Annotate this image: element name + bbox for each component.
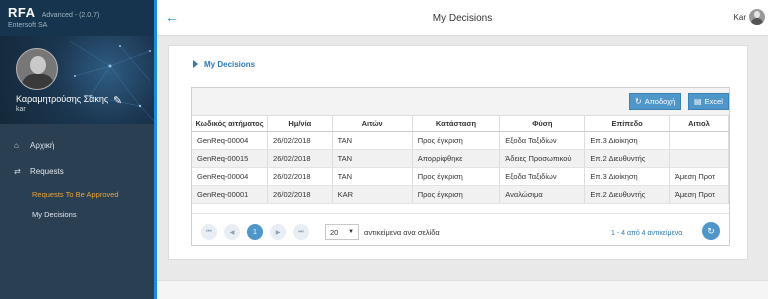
column-header[interactable]: Ημ/νία [267,116,333,132]
table-cell: Επ.3 Διοίκηση [584,131,670,150]
profile-full-name: Καραμητρούσης Σάκης [16,94,109,104]
page-size-value: 20 [330,227,339,237]
table-cell [669,149,729,168]
footer [157,280,768,299]
table-cell: Άμεση Προτ [669,185,729,204]
table-cell: GenReq-00001 [192,185,269,204]
table-cell: GenReq-00004 [192,167,269,186]
current-page-button[interactable]: 1 [247,224,263,240]
user-name[interactable]: Kar [734,13,746,22]
approve-label: Αποδοχή [644,97,676,106]
app-version: Advanced - (2.0.7) [41,12,100,19]
table-cell: KAR [332,185,413,204]
company-name: Entersoft SA [8,22,48,29]
table-row[interactable]: GenReq-00004 26/02/2018 TAN Προς έγκριση… [192,167,729,186]
sidebar: RFA Advanced - (2.0.7) Entersoft SA Καρα… [0,0,157,299]
avatar[interactable] [16,48,58,90]
exchange-icon: ⇄ [14,166,21,176]
table-cell: Επ.2 Διευθυντής [584,185,670,204]
table-cell: Επ.2 Διευθυντής [584,149,670,168]
card-title-label: My Decisions [204,60,256,69]
sidebar-item-requests[interactable]: ⇄ Requests [0,158,154,184]
column-header[interactable]: Κατάσταση [412,116,501,132]
pencil-icon[interactable]: ✎ [113,94,122,107]
table-cell: Άμεση Προτ [669,167,729,186]
table-cell: TAN [332,131,413,150]
table-cell: Προς έγκριση [412,185,501,204]
pager: ⏮ ◀ 1 ▶ ⏭ 20 ▼ αντικείμενα ανα σελίδα 1 … [192,213,729,245]
approve-button[interactable]: ↻ Αποδοχή [629,93,682,110]
table-cell: Αναλώσιμα [499,185,586,204]
column-header[interactable]: Επίπεδο [584,116,670,132]
table-cell: Εξοδα Ταξιδίων [499,131,586,150]
excel-label: Excel [704,97,723,106]
first-page-button[interactable]: ⏮ [201,224,217,240]
caret-right-icon [193,60,198,68]
last-page-button[interactable]: ⏭ [293,224,309,240]
brand: RFA Advanced - (2.0.7) Entersoft SA [0,0,154,36]
next-page-button[interactable]: ▶ [270,224,286,240]
sidebar-item-label: Requests [30,166,64,176]
app-name: RFA [8,5,36,20]
sidebar-item-label: Αρχική [30,140,55,150]
card-title[interactable]: My Decisions [193,60,255,69]
per-page-label: αντικείμενα ανα σελίδα [364,228,440,237]
profile-panel: Καραμητρούσης Σάκης kar ✎ [0,36,154,124]
table-cell: 26/02/2018 [267,149,333,168]
decisions-card: My Decisions ↻ Αποδοχή ▤ Excel Κωδικός α… [168,45,748,260]
column-header[interactable]: Αιτών [332,116,413,132]
home-icon: ⌂ [14,140,19,150]
table-cell: Επ.3 Διοίκηση [584,167,670,186]
refresh-icon[interactable]: ↻ [702,222,720,240]
user-avatar[interactable] [749,9,765,25]
decisions-grid: ↻ Αποδοχή ▤ Excel Κωδικός αιτήματος Ημ/ν… [191,87,730,246]
column-header[interactable]: Κωδικός αιτήματος [192,116,269,132]
sidebar-menu: ⌂ Αρχική ⇄ Requests Requests To Be Appro… [0,124,154,224]
table-row[interactable]: GenReq-00015 26/02/2018 TAN Απορρίφθηκε … [192,149,729,168]
sidebar-subitem-my-decisions[interactable]: My Decisions [0,204,154,224]
table-cell: TAN [332,149,413,168]
decisions-table: Κωδικός αιτήματος Ημ/νία Αιτών Κατάσταση… [192,116,729,204]
excel-button[interactable]: ▤ Excel [688,93,729,110]
chevron-down-icon: ▼ [348,229,354,235]
file-icon: ▤ [694,97,702,106]
sidebar-item-home[interactable]: ⌂ Αρχική [0,132,154,158]
table-cell [669,131,729,150]
column-header[interactable]: Αιτιολ [669,116,729,132]
table-header-row: Κωδικός αιτήματος Ημ/νία Αιτών Κατάσταση… [192,116,729,132]
prev-page-button[interactable]: ◀ [224,224,240,240]
profile-short-name: kar [16,106,26,113]
table-cell: GenReq-00015 [192,149,269,168]
pager-info: 1 - 4 από 4 αντικείμενα [611,230,683,237]
table-cell: 26/02/2018 [267,167,333,186]
table-row[interactable]: GenReq-00004 26/02/2018 TAN Προς έγκριση… [192,131,729,150]
table-cell: 26/02/2018 [267,185,333,204]
table-cell: GenReq-00004 [192,131,269,150]
table-cell: Προς έγκριση [412,167,501,186]
grid-toolbar: ↻ Αποδοχή ▤ Excel [192,88,729,116]
page-size-select[interactable]: 20 ▼ [325,224,359,240]
table-cell: Άδειες Προσωπικού [499,149,586,168]
table-row[interactable]: GenReq-00001 26/02/2018 KAR Προς έγκριση… [192,185,729,204]
page-title: My Decisions [432,13,493,24]
sidebar-subitem-requests-to-be-approved[interactable]: Requests To Be Approved [0,184,154,204]
table-cell: 26/02/2018 [267,131,333,150]
top-bar: ← My Decisions Kar [157,0,768,36]
column-header[interactable]: Φύση [499,116,586,132]
refresh-icon: ↻ [635,97,642,106]
table-cell: Απορρίφθηκε [412,149,501,168]
table-cell: Προς έγκριση [412,131,501,150]
table-cell: Εξοδα Ταξιδίων [499,167,586,186]
table-cell: TAN [332,167,413,186]
